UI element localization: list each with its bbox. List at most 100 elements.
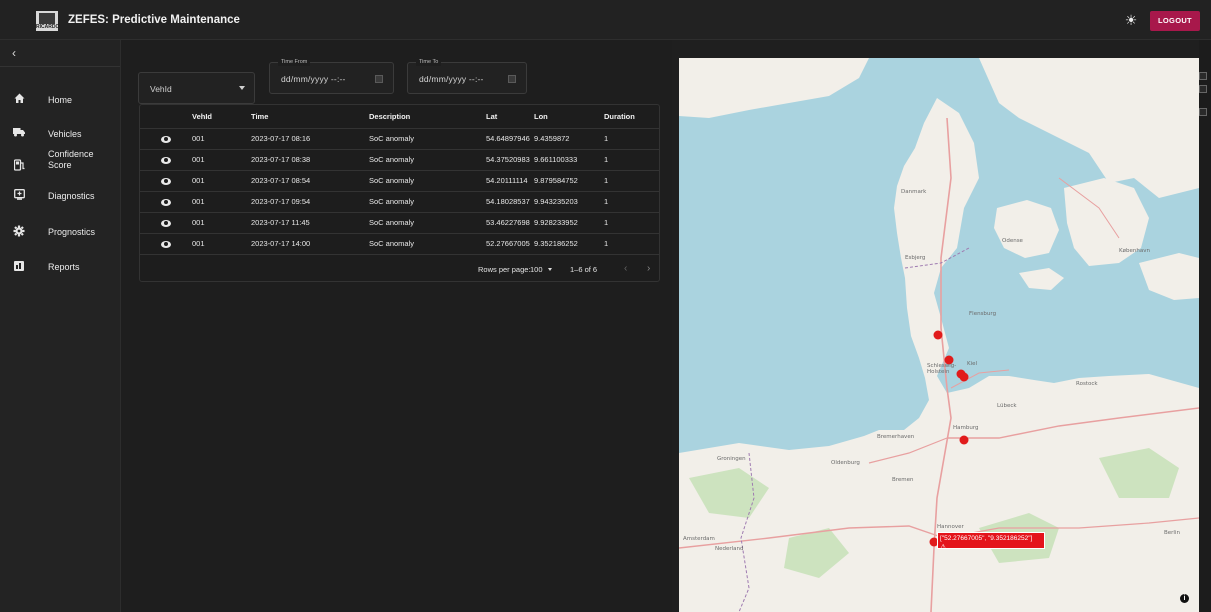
- view-eye-icon[interactable]: [140, 191, 192, 213]
- cell-description: SoC anomaly: [369, 233, 486, 255]
- map-zoom-in-button[interactable]: [1199, 72, 1207, 80]
- time-from-label: Time From: [278, 58, 311, 66]
- vehid-select[interactable]: VehId: [138, 72, 255, 104]
- dropdown-caret-icon: [239, 86, 245, 90]
- calendar-icon[interactable]: [508, 75, 516, 83]
- place-label: København: [1119, 248, 1150, 254]
- view-eye-icon[interactable]: [140, 149, 192, 171]
- cell-vehid: 001: [192, 191, 251, 213]
- time-to-value: dd/mm/yyyy --:--: [419, 74, 484, 84]
- table-row[interactable]: 001 2023-07-17 08:54 SoC anomaly 54.2011…: [140, 170, 659, 192]
- gas-pump-icon: [13, 159, 25, 171]
- place-label: Nederland: [715, 546, 744, 552]
- col-header-duration[interactable]: Duration: [604, 105, 659, 129]
- time-from-value: dd/mm/yyyy --:--: [281, 74, 346, 84]
- place-label: Hannover: [937, 524, 964, 530]
- events-grid: VehId Time Description Lat Lon Duration …: [140, 105, 659, 255]
- time-from-field[interactable]: Time From dd/mm/yyyy --:--: [269, 58, 394, 94]
- col-header-lon[interactable]: Lon: [534, 105, 604, 129]
- cell-description: SoC anomaly: [369, 191, 486, 213]
- place-label: Rostock: [1076, 381, 1098, 387]
- place-label: Flensburg: [969, 311, 997, 317]
- place-label: Amsterdam: [683, 536, 715, 542]
- sidebar-item-vehicles[interactable]: Vehicles: [0, 120, 120, 150]
- place-label: Groningen: [717, 456, 746, 462]
- sidebar-divider: [0, 66, 120, 67]
- cell-lon: 9.928233952: [534, 212, 604, 234]
- collapse-sidebar-chevron-icon[interactable]: ‹: [12, 46, 32, 62]
- sidebar-item-diagnostics[interactable]: Diagnostics: [0, 182, 120, 212]
- cell-vehid: 001: [192, 149, 251, 171]
- next-page-chevron-icon[interactable]: ›: [647, 263, 650, 274]
- sidebar-item-label: Home: [48, 95, 73, 105]
- warning-icon: ⚠: [940, 544, 947, 551]
- previous-page-chevron-icon[interactable]: ‹: [624, 263, 627, 274]
- cell-vehid: 001: [192, 233, 251, 255]
- col-header-view: [140, 105, 192, 129]
- ricardo-logo: RICARDO: [36, 11, 60, 31]
- theme-toggle-sun-icon[interactable]: ☀: [1124, 13, 1138, 27]
- sidebar-item-label: Prognostics: [48, 227, 96, 237]
- table-row[interactable]: 001 2023-07-17 09:54 SoC anomaly 54.1802…: [140, 191, 659, 213]
- app-title: ZEFES: Predictive Maintenance: [68, 14, 240, 26]
- map-zoom-out-button[interactable]: [1199, 85, 1207, 93]
- anomaly-marker[interactable]: [959, 372, 969, 382]
- place-label: Berlin: [1164, 530, 1180, 536]
- table-row[interactable]: 001 2023-07-17 08:38 SoC anomaly 54.3752…: [140, 149, 659, 171]
- sidebar: ‹ Home Vehicles Confidence Score Diagnos: [0, 40, 121, 612]
- cell-duration: 1: [604, 128, 659, 150]
- gear-icon: [13, 225, 25, 237]
- col-header-vehid[interactable]: VehId: [192, 105, 251, 129]
- cell-duration: 1: [604, 233, 659, 255]
- map-view[interactable]: Danmark Kiel Hamburg Bremen Hannover Ned…: [679, 58, 1199, 612]
- bar-chart-icon: [13, 260, 25, 272]
- map-controls: [1199, 40, 1211, 612]
- sidebar-item-prognostics[interactable]: Prognostics: [0, 218, 120, 248]
- anomaly-marker[interactable]: [959, 435, 969, 445]
- logo-text: RICARDO: [36, 24, 60, 30]
- cell-lat: 54.64897946: [486, 128, 534, 150]
- sidebar-item-reports[interactable]: Reports: [0, 253, 120, 283]
- events-table: VehId Time Description Lat Lon Duration …: [139, 104, 660, 282]
- sidebar-item-label: Diagnostics: [48, 191, 95, 201]
- vehid-placeholder: VehId: [150, 84, 172, 94]
- rows-per-page-select[interactable]: 100: [530, 265, 543, 274]
- rows-per-page-caret-icon[interactable]: [548, 268, 552, 271]
- cell-time: 2023-07-17 14:00: [251, 233, 369, 255]
- anomaly-marker[interactable]: [933, 330, 943, 340]
- cell-duration: 1: [604, 212, 659, 234]
- col-header-lat[interactable]: Lat: [486, 105, 534, 129]
- cell-time: 2023-07-17 09:54: [251, 191, 369, 213]
- sidebar-item-label: Confidence Score: [48, 149, 94, 170]
- cell-lon: 9.352186252: [534, 233, 604, 255]
- table-header-row: VehId Time Description Lat Lon Duration: [140, 105, 659, 129]
- view-eye-icon[interactable]: [140, 170, 192, 192]
- pagination-range: 1–6 of 6: [570, 265, 598, 274]
- view-eye-icon[interactable]: [140, 212, 192, 234]
- view-eye-icon[interactable]: [140, 128, 192, 150]
- time-to-field[interactable]: Time To dd/mm/yyyy --:--: [407, 58, 527, 94]
- table-row[interactable]: 001 2023-07-17 11:45 SoC anomaly 53.4622…: [140, 212, 659, 234]
- sidebar-item-label: Reports: [48, 262, 80, 272]
- place-label: Bremen: [892, 477, 914, 483]
- calendar-icon[interactable]: [375, 75, 383, 83]
- sidebar-item-confidence-score[interactable]: Confidence Score: [0, 149, 120, 179]
- map-camera-icon[interactable]: [1199, 108, 1207, 116]
- table-row[interactable]: 001 2023-07-17 14:00 SoC anomaly 52.2766…: [140, 233, 659, 255]
- place-label: Odense: [1002, 238, 1023, 244]
- map-info-icon[interactable]: i: [1180, 594, 1189, 603]
- col-header-description[interactable]: Description: [369, 105, 486, 129]
- table-row[interactable]: 001 2023-07-17 08:16 SoC anomaly 54.6489…: [140, 128, 659, 150]
- col-header-time[interactable]: Time: [251, 105, 369, 129]
- cell-lon: 9.879584752: [534, 170, 604, 192]
- place-label: Schleswig-Holstein: [927, 363, 957, 375]
- cell-time: 2023-07-17 08:54: [251, 170, 369, 192]
- cell-description: SoC anomaly: [369, 128, 486, 150]
- place-label: Kiel: [967, 361, 978, 367]
- place-label: Lübeck: [997, 403, 1017, 409]
- place-label: Oldenburg: [831, 460, 860, 466]
- cell-lat: 54.20111114: [486, 170, 534, 192]
- view-eye-icon[interactable]: [140, 233, 192, 255]
- sidebar-item-home[interactable]: Home: [0, 86, 120, 116]
- logout-button[interactable]: LOGOUT: [1150, 11, 1200, 31]
